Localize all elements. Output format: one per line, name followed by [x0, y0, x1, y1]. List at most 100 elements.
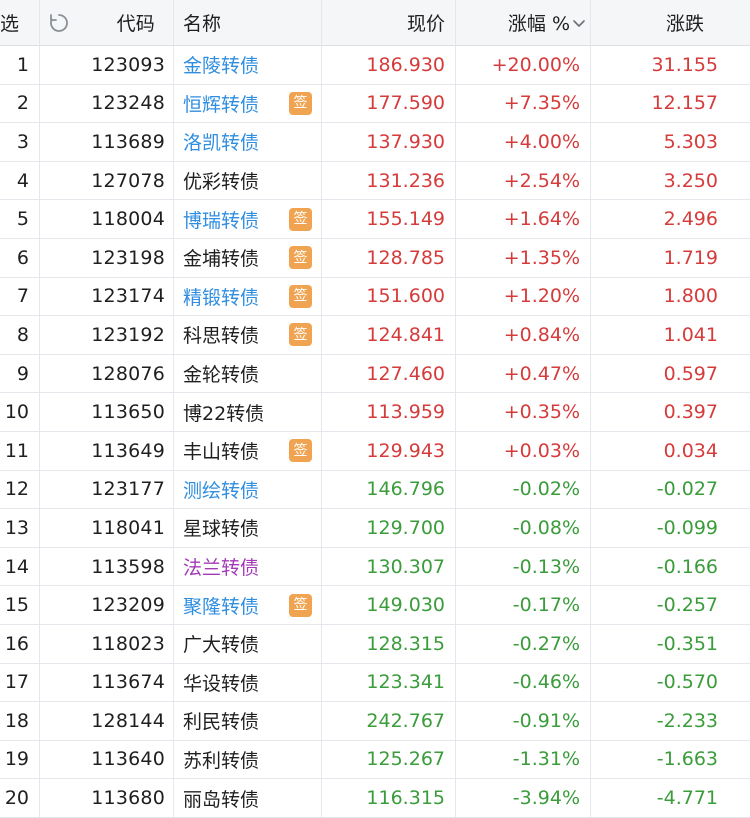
table-row[interactable]: 8 123192 科思转债 签 124.841 +0.84% 1.041 [0, 316, 750, 355]
bond-pct-change: -0.02% [512, 478, 580, 501]
table-row[interactable]: 1 123093 金陵转债 186.930 +20.00% 31.155 [0, 46, 750, 85]
name-cell[interactable]: 星球转债 [174, 509, 322, 547]
name-cell[interactable]: 丽岛转债 [174, 779, 322, 817]
code-column-header[interactable]: 代码 [40, 0, 174, 45]
bond-price: 137.930 [366, 130, 445, 153]
code-cell: 118041 [40, 509, 174, 547]
chevron-down-icon[interactable] [572, 16, 586, 30]
table-row[interactable]: 13 118041 星球转债 129.700 -0.08% -0.099 [0, 509, 750, 548]
bond-pct-change: -0.91% [512, 709, 580, 732]
pct-cell: +7.35% [456, 84, 591, 123]
name-cell[interactable]: 测绘转债 [174, 470, 322, 509]
table-row[interactable]: 9 128076 金轮转债 127.460 +0.47% 0.597 [0, 354, 750, 394]
name-cell[interactable]: 金埔转债 签 [174, 238, 322, 277]
bond-name[interactable]: 丰山转债 [183, 437, 259, 464]
name-cell[interactable]: 丰山转债 签 [174, 431, 322, 470]
name-cell[interactable]: 金陵转债 [174, 46, 322, 84]
price-cell: 128.785 [322, 238, 456, 277]
bond-name[interactable]: 法兰转债 [183, 553, 259, 580]
bond-name[interactable]: 丽岛转债 [183, 785, 259, 812]
name-cell[interactable]: 金轮转债 [174, 354, 322, 393]
bond-name[interactable]: 优彩转债 [183, 167, 259, 194]
name-cell[interactable]: 华设转债 [174, 663, 322, 702]
bond-name[interactable]: 聚隆转债 [183, 592, 259, 619]
table-row[interactable]: 11 113649 丰山转债 签 129.943 +0.03% 0.034 [0, 431, 750, 471]
table-body: 1 123093 金陵转债 186.930 +20.00% 31.155 2 123248 恒辉… [0, 46, 750, 818]
table-row[interactable]: 6 123198 金埔转债 签 128.785 +1.35% 1.719 [0, 238, 750, 278]
table-row[interactable]: 17 113674 华设转债 123.341 -0.46% -0.570 [0, 663, 750, 703]
table-row[interactable]: 10 113650 博22转债 113.959 +0.35% 0.397 [0, 393, 750, 432]
table-row[interactable]: 2 123248 恒辉转债 签 177.590 +7.35% 12.157 [0, 84, 750, 124]
row-index: 15 [4, 594, 29, 617]
sign-badge: 签 [289, 323, 312, 347]
bond-name[interactable]: 星球转债 [183, 514, 259, 541]
bond-pct-change: +4.00% [503, 130, 580, 153]
bond-name[interactable]: 科思转债 [183, 321, 259, 348]
bond-price: 125.267 [366, 748, 445, 771]
name-cell[interactable]: 聚隆转债 签 [174, 586, 322, 624]
code-cell: 113649 [40, 431, 174, 470]
bond-code: 113649 [91, 439, 165, 462]
price-cell: 149.030 [322, 586, 456, 624]
bond-name[interactable]: 金埔转债 [183, 244, 259, 271]
bond-change: -0.027 [656, 478, 718, 501]
name-cell[interactable]: 恒辉转债 签 [174, 84, 322, 123]
name-cell[interactable]: 利民转债 [174, 702, 322, 740]
row-index: 1 [16, 53, 29, 76]
bond-name[interactable]: 华设转债 [183, 669, 259, 696]
name-cell[interactable]: 科思转债 签 [174, 316, 322, 354]
row-index: 20 [4, 787, 29, 810]
table-row[interactable]: 3 113689 洛凯转债 137.930 +4.00% 5.303 [0, 123, 750, 162]
table-row[interactable]: 5 118004 博瑞转债 签 155.149 +1.64% 2.496 [0, 200, 750, 239]
table-row[interactable]: 20 113680 丽岛转债 116.315 -3.94% -4.771 [0, 779, 750, 818]
row-index-cell: 7 [0, 277, 40, 316]
table-row[interactable]: 18 128144 利民转债 242.767 -0.91% -2.233 [0, 702, 750, 741]
bond-price: 128.785 [366, 246, 445, 269]
bond-name[interactable]: 洛凯转债 [183, 128, 259, 155]
bond-name[interactable]: 苏利转债 [183, 746, 259, 773]
bond-price: 242.767 [366, 709, 445, 732]
name-cell[interactable]: 苏利转债 [174, 740, 322, 779]
pct-column-header[interactable]: 涨幅 % [456, 0, 591, 45]
table-row[interactable]: 12 123177 测绘转债 146.796 -0.02% -0.027 [0, 470, 750, 510]
change-cell: -2.233 [591, 702, 750, 740]
table-row[interactable]: 16 118023 广大转债 128.315 -0.27% -0.351 [0, 624, 750, 664]
bond-name[interactable]: 精锻转债 [183, 283, 259, 310]
change-cell: 31.155 [591, 46, 750, 84]
price-column-header[interactable]: 现价 [322, 0, 456, 45]
bond-name[interactable]: 金轮转债 [183, 360, 259, 387]
code-cell: 123209 [40, 586, 174, 624]
price-cell: 124.841 [322, 316, 456, 354]
select-column-header[interactable]: 选 [0, 0, 40, 45]
bond-price: 130.307 [366, 555, 445, 578]
pct-cell: -0.27% [456, 624, 591, 663]
row-index-cell: 11 [0, 431, 40, 470]
bond-name[interactable]: 博瑞转债 [183, 206, 259, 233]
table-row[interactable]: 4 127078 优彩转债 131.236 +2.54% 3.250 [0, 161, 750, 201]
name-cell[interactable]: 洛凯转债 [174, 123, 322, 161]
change-cell: -0.027 [591, 471, 750, 509]
name-cell[interactable]: 博22转债 [174, 393, 322, 431]
name-cell[interactable]: 广大转债 [174, 624, 322, 663]
bond-name[interactable]: 博22转债 [183, 399, 264, 426]
code-cell: 123248 [40, 84, 174, 123]
name-column-header[interactable]: 名称 [174, 0, 322, 45]
bond-name[interactable]: 利民转债 [183, 707, 259, 734]
table-row[interactable]: 15 123209 聚隆转债 签 149.030 -0.17% -0.257 [0, 586, 750, 625]
table-row[interactable]: 14 113598 法兰转债 130.307 -0.13% -0.166 [0, 547, 750, 587]
name-cell[interactable]: 精锻转债 签 [174, 277, 322, 316]
bond-name[interactable]: 金陵转债 [183, 51, 259, 78]
change-column-header[interactable]: 涨跌 [591, 0, 750, 45]
refresh-icon[interactable] [48, 12, 70, 34]
bond-name[interactable]: 恒辉转债 [183, 90, 259, 117]
row-index: 11 [4, 439, 29, 462]
table-row[interactable]: 19 113640 苏利转债 125.267 -1.31% -1.663 [0, 740, 750, 780]
name-cell[interactable]: 法兰转债 [174, 547, 322, 586]
bond-name[interactable]: 广大转债 [183, 630, 259, 657]
bond-name[interactable]: 测绘转债 [183, 476, 259, 503]
price-cell: 123.341 [322, 663, 456, 702]
name-cell[interactable]: 优彩转债 [174, 161, 322, 200]
bond-change: -0.099 [656, 516, 718, 539]
table-row[interactable]: 7 123174 精锻转债 签 151.600 +1.20% 1.800 [0, 277, 750, 317]
name-cell[interactable]: 博瑞转债 签 [174, 200, 322, 238]
